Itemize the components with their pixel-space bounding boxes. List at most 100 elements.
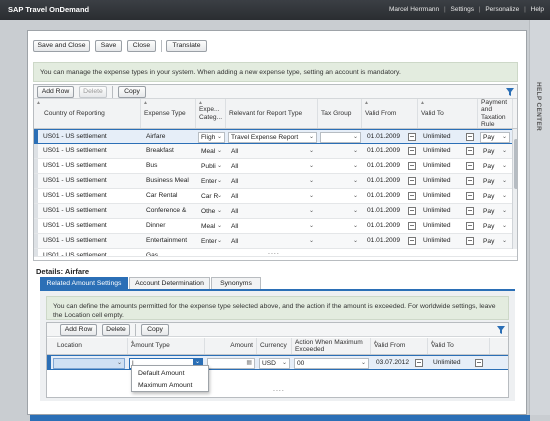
chevron-down-icon[interactable]: ⌄ (353, 207, 358, 216)
action-field[interactable]: 00 ⌄ (294, 358, 369, 369)
category-field[interactable]: Enter ⌄ (198, 176, 225, 187)
table-row[interactable]: US01 - US settlement Bus Publi ⌄ All ⌄ ⌄ 01.01.… (34, 159, 517, 174)
expense-type-cell[interactable]: Entertainment (143, 234, 195, 248)
chevron-down-icon[interactable]: ⌄ (502, 192, 507, 201)
report-type-field[interactable]: All ⌄ (228, 206, 317, 217)
col-country[interactable]: ▲ Country of Reporting (34, 99, 141, 128)
chevron-down-icon[interactable]: ⌄ (217, 177, 222, 186)
expense-type-cell[interactable]: Conference & (143, 204, 195, 218)
expense-type-cell[interactable]: Business Meal (143, 174, 195, 188)
payment-rule-field[interactable]: Pay ⌄ (480, 161, 510, 172)
chevron-down-icon[interactable]: ⌄ (217, 162, 222, 171)
row-selector[interactable] (34, 159, 38, 173)
tax-group-field[interactable]: ⌄ (320, 236, 361, 247)
chevron-down-icon[interactable]: ⌄ (117, 359, 122, 368)
delete-button[interactable]: Delete (79, 86, 107, 98)
calendar-icon[interactable] (466, 207, 474, 215)
expense-type-cell[interactable]: Breakfast (143, 144, 195, 158)
valid-from-cell[interactable]: 01.01.2009 (364, 159, 408, 173)
col-report-type[interactable]: Relevant for Report Type (226, 99, 318, 128)
col-amount-type[interactable]: ▲ Amount Type (128, 338, 205, 354)
country-cell[interactable]: US01 - US settlement (40, 174, 140, 188)
row-selector[interactable] (34, 249, 38, 256)
report-type-field[interactable]: All ⌄ (228, 161, 317, 172)
table-row[interactable]: US01 - US settlement Car Rental Car R ⌄ All ⌄… (34, 189, 517, 204)
payment-rule-field[interactable]: Pay ⌄ (480, 191, 510, 202)
chevron-down-icon[interactable]: ⌄ (502, 133, 507, 142)
table-row[interactable]: US01 - US settlement Airfare Fligh ⌄ Travel … (34, 129, 517, 144)
calendar-icon[interactable] (475, 359, 483, 367)
valid-to-cell[interactable]: Unlimited (420, 204, 465, 218)
payment-rule-field[interactable]: Pay ⌄ (480, 236, 510, 247)
valid-from-cell[interactable]: 01.01.2009 (364, 204, 408, 218)
payment-rule-field[interactable]: Pay ⌄ (480, 146, 510, 157)
valid-to-cell[interactable]: Unlimited (420, 174, 465, 188)
country-cell[interactable]: US01 - US settlement (40, 144, 140, 158)
report-type-field[interactable]: All ⌄ (228, 146, 317, 157)
payment-rule-field[interactable]: Pay ⌄ (480, 176, 510, 187)
add-row-button[interactable]: Add Row (37, 86, 74, 98)
expense-type-cell[interactable]: Car Rental (143, 189, 195, 203)
tax-group-field[interactable]: ⌄ (320, 161, 361, 172)
tax-group-field[interactable]: ⌄ (320, 191, 361, 202)
valid-from-cell[interactable]: 01.01.2009 (364, 189, 408, 203)
settings-link[interactable]: Settings (451, 6, 475, 13)
row-selector[interactable] (47, 356, 51, 369)
country-cell[interactable]: US01 - US settlement (40, 204, 140, 218)
calendar-icon[interactable] (408, 237, 416, 245)
col-tax-group[interactable]: Tax Group (318, 99, 362, 128)
chevron-down-icon[interactable]: ⌄ (309, 237, 314, 246)
chevron-down-icon[interactable]: ⌄ (353, 237, 358, 246)
table-row[interactable]: US01 - US settlement Conference & Othe ⌄ All… (34, 204, 517, 219)
more-rows-indicator[interactable]: .... (273, 386, 285, 393)
col-valid-to[interactable]: ▲ Valid To (428, 338, 490, 354)
col-action[interactable]: ▲ Action When Maximum Exceeded (292, 338, 371, 354)
col-amount[interactable]: Amount (205, 338, 257, 354)
chevron-down-icon[interactable]: ⌄ (502, 207, 507, 216)
row-selector[interactable] (34, 234, 38, 248)
tax-group-field[interactable]: ⌄ (320, 206, 361, 217)
chevron-down-icon[interactable]: ⌄ (361, 359, 366, 368)
payment-rule-field[interactable]: Pay ⌄ (480, 221, 510, 232)
more-rows-indicator[interactable]: .... (268, 249, 280, 256)
row-selector[interactable] (34, 174, 38, 188)
close-button[interactable]: Close (127, 40, 156, 52)
calendar-icon[interactable] (466, 237, 474, 245)
valid-from-cell[interactable]: 01.01.2009 (364, 219, 408, 233)
calendar-icon[interactable] (466, 133, 474, 141)
col-valid-from[interactable]: ▲ Valid From (371, 338, 428, 354)
location-field[interactable]: ⌄ (53, 358, 125, 369)
tax-group-field[interactable]: ⌄ (320, 221, 361, 232)
filter-icon[interactable] (506, 88, 514, 96)
col-valid-from[interactable]: ▲ Valid From (362, 99, 418, 128)
amount-table-row[interactable]: ⌄ | ⌄ ▦ USD ⌄ 00 ⌄ 03.07.2012 Unlimited (47, 355, 508, 370)
chevron-down-icon[interactable]: ⌄ (217, 207, 222, 216)
calendar-icon[interactable] (408, 162, 416, 170)
chevron-down-icon[interactable]: ⌄ (502, 177, 507, 186)
valid-from-cell[interactable]: 01.01.2009 (364, 174, 408, 188)
chevron-down-icon[interactable]: ⌄ (502, 237, 507, 246)
save-and-close-button[interactable]: Save and Close (33, 40, 90, 52)
tax-group-field[interactable]: ⌄ (320, 146, 361, 157)
row-selector[interactable] (34, 130, 38, 143)
table-row[interactable]: US01 - US settlement Breakfast Meal ⌄ All ⌄ ⌄ 0… (34, 144, 517, 159)
delete-button[interactable]: Delete (102, 324, 130, 336)
valid-to-cell[interactable]: Unlimited (420, 159, 465, 173)
row-selector[interactable] (34, 219, 38, 233)
chevron-down-icon[interactable]: ⌄ (502, 162, 507, 171)
table-row[interactable]: US01 - US settlement Dinner Meal ⌄ All ⌄ ⌄ 01.0… (34, 219, 517, 234)
calendar-icon[interactable] (408, 133, 416, 141)
report-type-field[interactable]: All ⌄ (228, 176, 317, 187)
col-valid-to[interactable]: ▲ Valid To (418, 99, 478, 128)
calendar-icon[interactable] (466, 147, 474, 155)
calendar-icon[interactable] (466, 192, 474, 200)
table-scrollbar[interactable] (512, 129, 517, 249)
chevron-down-icon[interactable]: ⌄ (217, 147, 222, 156)
calendar-icon[interactable] (408, 222, 416, 230)
category-field[interactable]: Enter ⌄ (198, 236, 225, 247)
chevron-down-icon[interactable]: ⌄ (353, 222, 358, 231)
chevron-down-icon[interactable]: ⌄ (502, 222, 507, 231)
payment-rule-field[interactable]: Pay ⌄ (480, 206, 510, 217)
valid-to-cell[interactable]: Unlimited (420, 234, 465, 248)
category-field[interactable]: Fligh ⌄ (198, 132, 225, 143)
